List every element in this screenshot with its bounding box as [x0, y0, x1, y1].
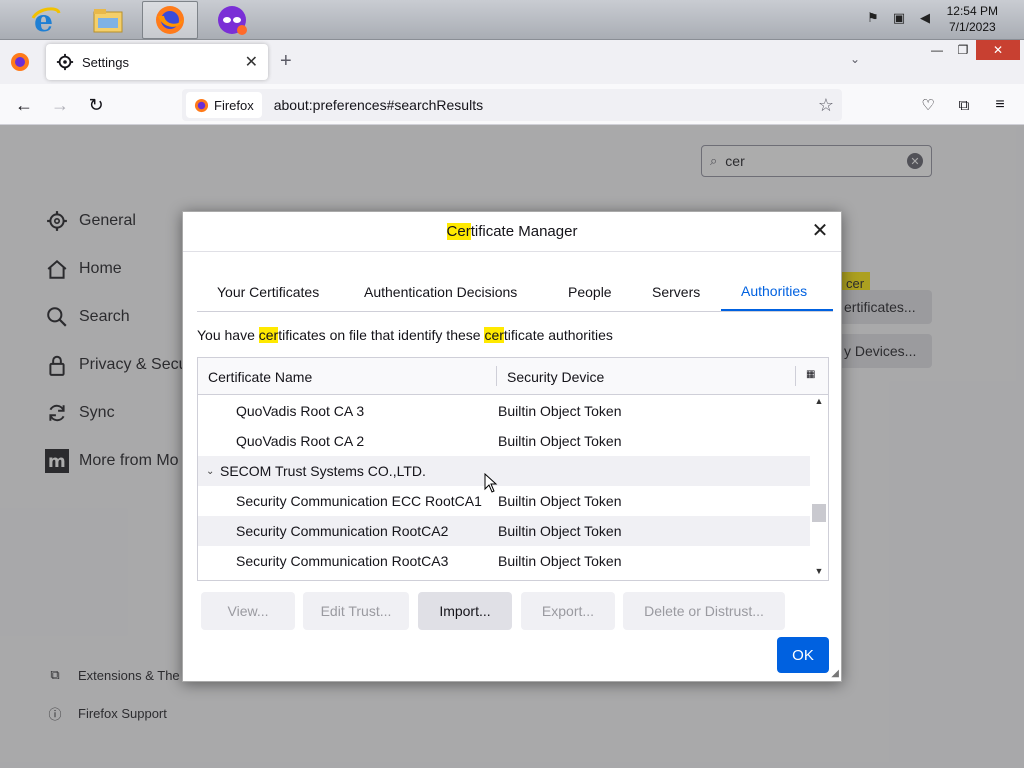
delete-or-distrust-button[interactable]: Delete or Distrust... — [623, 592, 785, 630]
certificate-tree[interactable]: Certificate Name Security Device ▦ QuoVa… — [197, 357, 829, 581]
tree-scrollbar[interactable]: ▲ ▼ — [810, 396, 828, 580]
back-button[interactable]: ← — [12, 93, 36, 117]
list-all-tabs-icon[interactable]: ⌄ — [850, 52, 860, 66]
export-button[interactable]: Export... — [521, 592, 615, 630]
desc-highlight: cer — [258, 327, 279, 343]
action-buttons: View... Edit Trust... Import... Export..… — [201, 592, 801, 630]
file-explorer-icon[interactable] — [80, 1, 136, 39]
close-icon[interactable]: ✕ — [809, 221, 831, 243]
cert-name: QuoVadis Root CA 2 — [236, 433, 365, 449]
table-row[interactable]: Security Communication RootCA2 Builtin O… — [198, 516, 810, 546]
tab-title: Settings — [82, 54, 129, 70]
cert-name: Security Communication ECC RootCA1 — [236, 493, 482, 509]
cert-org: SECOM Trust Systems CO.,LTD. — [220, 463, 426, 479]
resize-grip-icon[interactable]: ◢ — [831, 668, 839, 679]
ok-button[interactable]: OK — [777, 637, 829, 673]
internet-explorer-icon[interactable]: e — [18, 1, 74, 39]
description-text: You have certificates on file that ident… — [197, 327, 613, 343]
clock[interactable]: 12:54 PM 7/1/2023 — [947, 3, 998, 35]
new-tab-button[interactable]: + — [280, 50, 292, 73]
desc-highlight: cer — [484, 327, 504, 343]
cert-device: Builtin Object Token — [498, 493, 622, 509]
firefox-view-icon[interactable] — [10, 52, 30, 72]
column-certificate-name[interactable]: Certificate Name — [208, 358, 312, 395]
cert-device: Builtin Object Token — [498, 523, 622, 539]
clock-time: 12:54 PM — [946, 4, 998, 18]
edit-trust-button[interactable]: Edit Trust... — [303, 592, 409, 630]
volume-muted-icon[interactable]: ◀ — [916, 10, 934, 26]
identity-label: Firefox — [214, 97, 254, 113]
pocket-icon[interactable]: ♡ — [916, 93, 940, 117]
cert-device: Builtin Object Token — [498, 553, 622, 569]
tab-strip: Settings ✕ + ⌄ — ❐ ✕ — [0, 40, 1024, 84]
cert-device: Builtin Object Token — [498, 433, 622, 449]
table-row[interactable]: Security Communication RootCA3 Builtin O… — [198, 546, 810, 576]
system-tray: ⚑ ▣ ◀ — [864, 10, 934, 26]
cert-name: QuoVadis Root CA 3 — [236, 403, 365, 419]
table-row[interactable]: Security Communication ECC RootCA1 Built… — [198, 486, 810, 516]
view-button[interactable]: View... — [201, 592, 295, 630]
scrollbar-thumb[interactable] — [812, 504, 826, 522]
dialog-tabs: Your Certificates Authentication Decisio… — [197, 272, 833, 312]
desc-part: You have — [197, 327, 259, 343]
identity-box[interactable]: Firefox — [186, 92, 262, 118]
scroll-up-icon[interactable]: ▲ — [810, 396, 828, 410]
cert-device: Builtin Object Token — [498, 403, 622, 419]
tab-authentication-decisions[interactable]: Authentication Decisions — [344, 272, 537, 311]
windows-taskbar: e ⚑ ▣ ◀ 12:54 PM 7/1/2023 — [0, 0, 1024, 40]
tab-servers[interactable]: Servers — [632, 272, 720, 311]
firefox-icon — [194, 98, 209, 112]
import-button[interactable]: Import... — [418, 592, 512, 630]
tab-your-certificates[interactable]: Your Certificates — [197, 272, 339, 311]
mouse-cursor-icon — [484, 473, 498, 493]
column-picker-icon[interactable]: ▦ — [806, 369, 820, 383]
dialog-title: Cer tificate Manager — [183, 212, 841, 252]
column-separator[interactable] — [496, 366, 497, 386]
cert-name: Security Communication RootCA3 — [236, 553, 449, 569]
tree-rows: QuoVadis Root CA 3 Builtin Object Token … — [198, 396, 810, 576]
restore-button[interactable]: ❐ — [952, 40, 974, 60]
twisty-expanded-icon[interactable]: ⌄ — [206, 466, 214, 477]
column-security-device[interactable]: Security Device — [507, 358, 604, 395]
forward-button[interactable]: → — [48, 93, 72, 117]
url-bar[interactable]: Firefox about:preferences#searchResults … — [182, 89, 842, 121]
tab-authorities[interactable]: Authorities — [721, 272, 833, 311]
menu-icon[interactable]: ≡ — [988, 93, 1012, 117]
tab-settings[interactable]: Settings ✕ — [46, 44, 268, 80]
reload-button[interactable]: ↻ — [84, 93, 108, 117]
column-separator[interactable] — [795, 366, 796, 386]
url-text[interactable]: about:preferences#searchResults — [274, 97, 483, 113]
scroll-down-icon[interactable]: ▼ — [810, 566, 828, 580]
navigation-toolbar: ← → ↻ Firefox about:preferences#searchRe… — [0, 84, 1024, 125]
extensions-icon[interactable]: ⧉ — [952, 93, 976, 117]
gear-icon — [56, 53, 74, 71]
desc-part: tificate authorities — [503, 327, 613, 343]
title-highlight: Cer — [446, 223, 471, 240]
flag-icon[interactable]: ⚑ — [864, 10, 882, 26]
private-browsing-icon[interactable] — [204, 1, 260, 39]
tab-people[interactable]: People — [548, 272, 632, 311]
clock-date: 7/1/2023 — [948, 20, 996, 34]
title-rest: tificate Manager — [470, 223, 578, 240]
minimize-button[interactable]: — — [926, 40, 948, 60]
table-row-group[interactable]: ⌄ SECOM Trust Systems CO.,LTD. — [198, 456, 810, 486]
close-window-button[interactable]: ✕ — [976, 40, 1020, 60]
table-row[interactable]: QuoVadis Root CA 2 Builtin Object Token — [198, 426, 810, 456]
network-icon[interactable]: ▣ — [890, 10, 908, 26]
firefox-taskbar-icon[interactable] — [142, 1, 198, 39]
bookmark-star-icon[interactable]: ☆ — [818, 95, 834, 116]
desc-part: tificates on file that identify these — [278, 327, 485, 343]
certificate-manager-dialog: Cer tificate Manager ✕ Your Certificates … — [182, 211, 842, 682]
table-row[interactable]: QuoVadis Root CA 3 Builtin Object Token — [198, 396, 810, 426]
close-tab-icon[interactable]: ✕ — [245, 52, 258, 72]
cert-name: Security Communication RootCA2 — [236, 523, 449, 539]
tree-header: Certificate Name Security Device ▦ — [198, 358, 828, 395]
